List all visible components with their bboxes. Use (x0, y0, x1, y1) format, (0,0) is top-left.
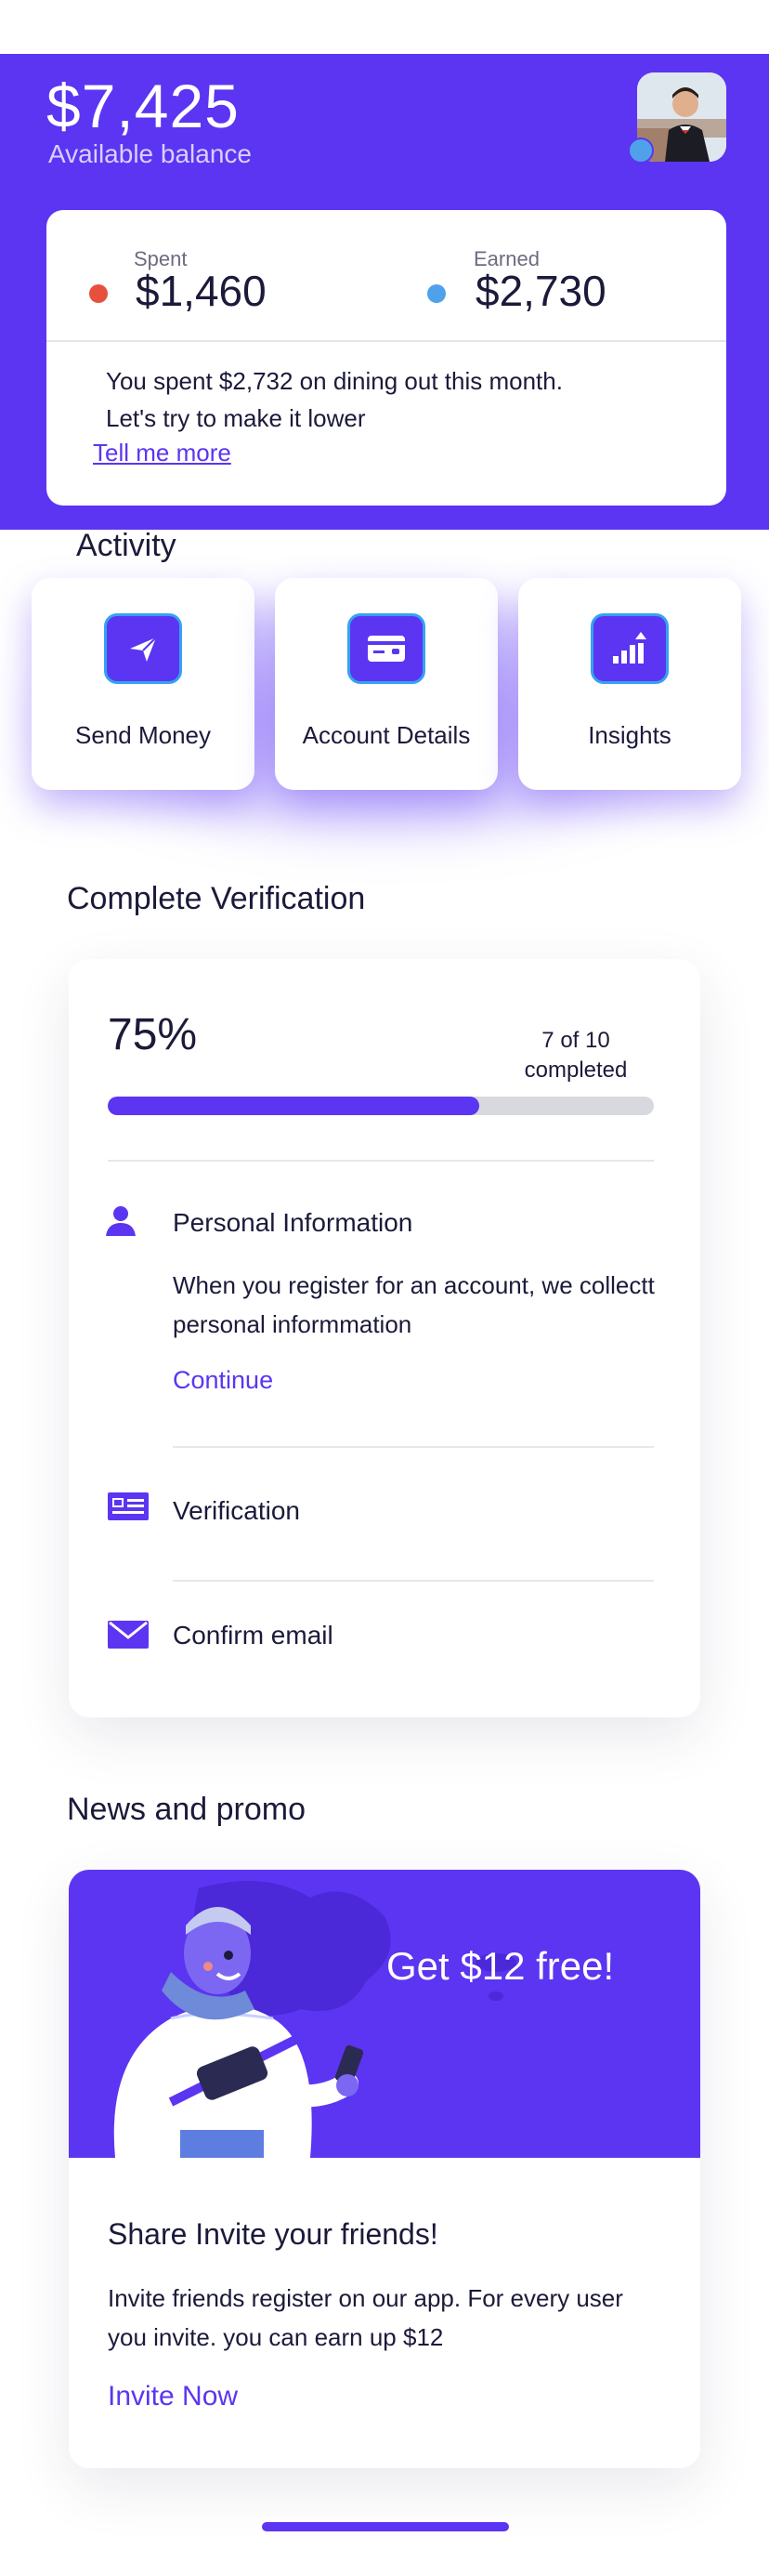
promo-illustration (113, 1881, 516, 2158)
progress-bar (108, 1097, 654, 1115)
progress-fill (108, 1097, 479, 1115)
earned-value: $2,730 (476, 267, 606, 315)
balance-label: Available balance (48, 139, 252, 168)
count-line-2: completed (524, 1058, 628, 1083)
verification-title: Complete Verification (67, 881, 366, 916)
send-icon (104, 613, 182, 684)
mail-icon[interactable] (108, 1621, 149, 1649)
promo-card[interactable]: Get $12 free! Share Invite your friends!… (69, 1870, 700, 2468)
promo-banner: Get $12 free! (69, 1870, 700, 2158)
insights-label: Insights (588, 721, 671, 749)
insights-tile[interactable]: Insights (518, 578, 741, 790)
news-heading: Share Invite your friends! (108, 2217, 438, 2251)
card-divider (46, 340, 726, 342)
divider (173, 1446, 654, 1448)
spent-value: $1,460 (136, 267, 267, 315)
divider (173, 1580, 654, 1582)
account-details-tile[interactable]: Account Details (275, 578, 498, 790)
count-line-1: 7 of 10 (541, 1028, 610, 1053)
spending-message-line-2: Let's try to make it lower (106, 404, 366, 432)
verification-percent: 75% (108, 1010, 198, 1059)
send-money-label: Send Money (75, 721, 211, 749)
step-personal-information-description: When you register for an account, we col… (173, 1271, 655, 1338)
step-verification-title[interactable]: Verification (173, 1496, 300, 1526)
online-status-dot (628, 138, 654, 164)
step-personal-information-title: Personal Information (173, 1208, 413, 1237)
continue-link[interactable]: Continue (173, 1366, 273, 1395)
earned-dot (427, 284, 446, 303)
spent-dot (89, 284, 108, 303)
verification-count: 7 of 10 completed (477, 1026, 674, 1085)
tell-me-more-link[interactable]: Tell me more (93, 439, 231, 467)
account-details-label: Account Details (302, 721, 471, 749)
card-icon (347, 613, 425, 684)
promo-title: Get $12 free! (386, 1944, 615, 1988)
home-indicator (262, 2522, 509, 2531)
verification-card: 75% 7 of 10 completed Personal Informati… (69, 959, 700, 1717)
spending-message-line-1: You spent $2,732 on dining out this mont… (106, 367, 563, 395)
id-card-icon[interactable] (108, 1492, 149, 1520)
news-title: News and promo (67, 1792, 306, 1827)
invite-now-link[interactable]: Invite Now (108, 2381, 238, 2412)
balance-amount: $7,425 (46, 72, 240, 140)
spending-summary-card: Spent $1,460 Earned $2,730 You spent $2,… (46, 210, 726, 506)
activity-title: Activity (76, 528, 176, 563)
chart-icon (591, 613, 669, 684)
divider (108, 1160, 654, 1162)
person-icon (106, 1206, 136, 1236)
news-text: Invite friends register on our app. For … (108, 2284, 623, 2351)
send-money-tile[interactable]: Send Money (32, 578, 254, 790)
step-confirm-email-title[interactable]: Confirm email (173, 1621, 333, 1650)
